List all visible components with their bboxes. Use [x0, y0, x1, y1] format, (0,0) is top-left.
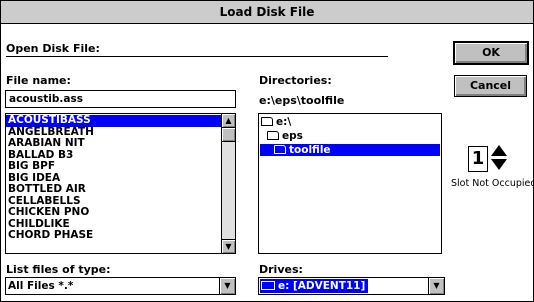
dir-item-label: eps — [282, 130, 303, 142]
chevron-down-icon: ▼ — [433, 281, 440, 290]
file-type-select[interactable]: All Files *.* ▼ — [5, 277, 236, 295]
file-name-value: acoustib.ass — [9, 93, 83, 105]
drives-label: Drives: — [259, 263, 303, 276]
open-folder-icon — [261, 117, 273, 126]
drives-value: e: [ADVENT11] — [278, 280, 366, 292]
open-folder-icon — [274, 145, 286, 154]
file-list-item[interactable]: BOTTLED AIR — [6, 183, 221, 196]
cancel-button-label: Cancel — [469, 79, 512, 92]
dir-item-label: toolfile — [289, 144, 331, 156]
scroll-down-icon: ▼ — [225, 242, 232, 251]
file-list-item[interactable]: CHORD PHASE — [6, 229, 221, 242]
dir-item-root[interactable]: e:\ — [261, 116, 291, 128]
current-path: e:\eps\toolfile — [259, 94, 345, 107]
drives-dropdown-button[interactable]: ▼ — [428, 278, 444, 294]
file-list[interactable]: ACOUSTIBASS ANGELBREATH ARABIAN NIT BALLAD … — [5, 113, 236, 254]
dir-item-eps[interactable]: eps — [267, 130, 303, 142]
spin-down-icon[interactable] — [491, 159, 507, 170]
title-bar[interactable]: Load Disk File — [1, 1, 533, 24]
slot-spinner[interactable] — [491, 145, 507, 171]
scroll-up-button[interactable]: ▲ — [222, 114, 235, 128]
open-disk-file-label: Open Disk File: — [6, 42, 100, 55]
scroll-down-button[interactable]: ▼ — [222, 239, 235, 253]
file-type-value: All Files *.* — [8, 280, 74, 292]
dir-item-label: e:\ — [276, 116, 292, 128]
file-list-items: ACOUSTIBASS ANGELBREATH ARABIAN NIT BALLAD … — [6, 114, 221, 242]
drives-value-wrap: e: [ADVENT11] — [260, 279, 369, 293]
cancel-button[interactable]: Cancel — [454, 75, 527, 97]
file-type-label: List files of type: — [6, 263, 111, 276]
file-name-label: File name: — [6, 74, 71, 87]
directory-list[interactable]: e:\ eps toolfile — [258, 113, 442, 254]
scroll-up-icon: ▲ — [225, 116, 232, 125]
open-folder-icon — [267, 131, 279, 140]
dir-item-toolfile[interactable]: toolfile — [260, 144, 440, 156]
file-type-dropdown-button[interactable]: ▼ — [219, 278, 235, 294]
slot-status: Slot Not Occupied — [451, 178, 534, 189]
file-list-item[interactable]: CHICKEN PNO — [6, 206, 221, 219]
ok-button-label: OK — [482, 46, 500, 59]
scroll-thumb[interactable] — [222, 128, 235, 142]
drives-select[interactable]: e: [ADVENT11] ▼ — [258, 277, 445, 295]
chevron-down-icon: ▼ — [224, 281, 231, 290]
open-disk-file-underline — [6, 56, 388, 57]
spin-up-icon[interactable] — [491, 145, 507, 156]
file-list-item[interactable]: ACOUSTIBASS — [6, 114, 221, 127]
file-list-scrollbar[interactable]: ▲ ▼ — [221, 114, 235, 253]
window-title: Load Disk File — [219, 5, 315, 19]
file-name-input[interactable]: acoustib.ass — [5, 90, 236, 108]
slot-number[interactable]: 1 — [468, 146, 488, 172]
directories-label: Directories: — [259, 74, 332, 87]
ok-button[interactable]: OK — [453, 41, 529, 65]
file-list-item[interactable]: ARABIAN NIT — [6, 137, 221, 150]
file-list-item[interactable]: BIG BPF — [6, 160, 221, 173]
slot-number-value: 1 — [471, 148, 485, 169]
load-disk-file-dialog: Load Disk File Open Disk File: File name… — [0, 0, 534, 302]
drive-icon — [261, 281, 275, 290]
